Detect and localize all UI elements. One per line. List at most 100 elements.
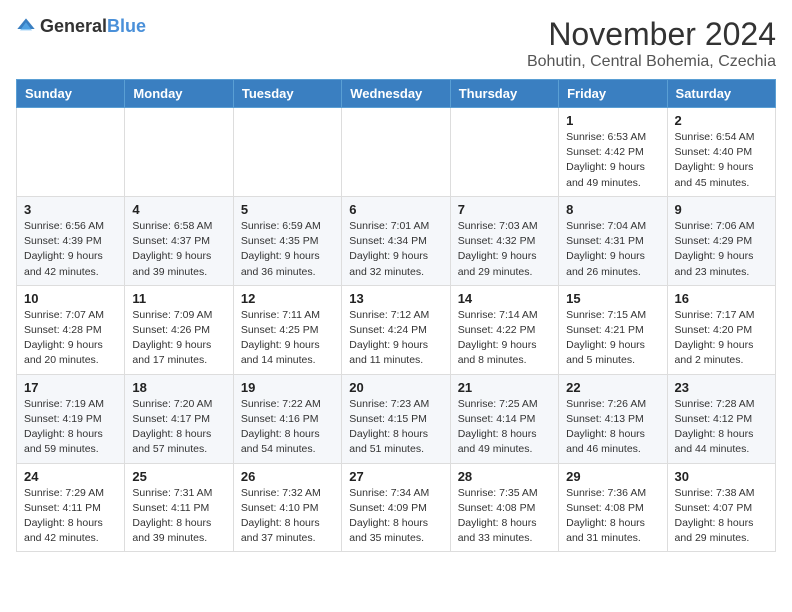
day-info: Sunrise: 7:15 AM Sunset: 4:21 PM Dayligh… — [566, 308, 659, 369]
day-number: 30 — [675, 469, 768, 484]
calendar-cell: 14 Sunrise: 7:14 AM Sunset: 4:22 PM Dayli… — [450, 285, 558, 374]
day-number: 14 — [458, 291, 551, 306]
calendar-cell: 27 Sunrise: 7:34 AM Sunset: 4:09 PM Dayli… — [342, 463, 450, 552]
day-info: Sunrise: 7:17 AM Sunset: 4:20 PM Dayligh… — [675, 308, 768, 369]
month-title: November 2024 — [527, 16, 776, 53]
day-info: Sunrise: 7:34 AM Sunset: 4:09 PM Dayligh… — [349, 486, 442, 547]
day-number: 6 — [349, 202, 442, 217]
calendar-cell: 20Sunrise: 7:23 AM Sunset: 4:15 PM Dayli… — [342, 374, 450, 463]
day-number: 20 — [349, 380, 442, 395]
calendar-week-1: 1 Sunrise: 6:53 AM Sunset: 4:42 PM Daylig… — [17, 108, 776, 197]
day-number: 11 — [132, 291, 225, 306]
calendar-week-5: 24 Sunrise: 7:29 AM Sunset: 4:11 PM Dayli… — [17, 463, 776, 552]
calendar-cell: 6 Sunrise: 7:01 AM Sunset: 4:34 PM Daylig… — [342, 196, 450, 285]
logo-icon — [16, 17, 36, 37]
day-number: 13 — [349, 291, 442, 306]
calendar-cell: 7 Sunrise: 7:03 AM Sunset: 4:32 PM Daylig… — [450, 196, 558, 285]
day-info: Sunrise: 7:35 AM Sunset: 4:08 PM Dayligh… — [458, 486, 551, 547]
calendar-cell: 21 Sunrise: 7:25 AM Sunset: 4:14 PM Dayli… — [450, 374, 558, 463]
day-number: 23 — [675, 380, 768, 395]
calendar-cell: 16Sunrise: 7:17 AM Sunset: 4:20 PM Dayli… — [667, 285, 775, 374]
calendar-cell: 1 Sunrise: 6:53 AM Sunset: 4:42 PM Daylig… — [559, 108, 667, 197]
calendar-header-sunday: Sunday — [17, 80, 125, 108]
calendar-cell: 12Sunrise: 7:11 AM Sunset: 4:25 PM Dayli… — [233, 285, 341, 374]
day-info: Sunrise: 7:04 AM Sunset: 4:31 PM Dayligh… — [566, 219, 659, 280]
calendar-week-4: 17Sunrise: 7:19 AM Sunset: 4:19 PM Dayli… — [17, 374, 776, 463]
day-info: Sunrise: 7:14 AM Sunset: 4:22 PM Dayligh… — [458, 308, 551, 369]
day-info: Sunrise: 7:29 AM Sunset: 4:11 PM Dayligh… — [24, 486, 117, 547]
day-number: 26 — [241, 469, 334, 484]
day-number: 28 — [458, 469, 551, 484]
day-number: 29 — [566, 469, 659, 484]
title-area: November 2024 Bohutin, Central Bohemia, … — [527, 16, 776, 71]
day-info: Sunrise: 7:09 AM Sunset: 4:26 PM Dayligh… — [132, 308, 225, 369]
calendar-cell: 22 Sunrise: 7:26 AM Sunset: 4:13 PM Dayli… — [559, 374, 667, 463]
day-number: 24 — [24, 469, 117, 484]
calendar-cell: 29Sunrise: 7:36 AM Sunset: 4:08 PM Dayli… — [559, 463, 667, 552]
day-info: Sunrise: 7:01 AM Sunset: 4:34 PM Dayligh… — [349, 219, 442, 280]
day-info: Sunrise: 7:22 AM Sunset: 4:16 PM Dayligh… — [241, 397, 334, 458]
day-number: 21 — [458, 380, 551, 395]
calendar-cell: 19 Sunrise: 7:22 AM Sunset: 4:16 PM Dayli… — [233, 374, 341, 463]
calendar-cell — [233, 108, 341, 197]
calendar-header-tuesday: Tuesday — [233, 80, 341, 108]
day-info: Sunrise: 7:28 AM Sunset: 4:12 PM Dayligh… — [675, 397, 768, 458]
day-number: 19 — [241, 380, 334, 395]
calendar-header-friday: Friday — [559, 80, 667, 108]
calendar: SundayMondayTuesdayWednesdayThursdayFrid… — [16, 79, 776, 552]
day-number: 22 — [566, 380, 659, 395]
calendar-cell: 5Sunrise: 6:59 AM Sunset: 4:35 PM Daylig… — [233, 196, 341, 285]
calendar-cell: 9Sunrise: 7:06 AM Sunset: 4:29 PM Daylig… — [667, 196, 775, 285]
day-number: 1 — [566, 113, 659, 128]
day-number: 18 — [132, 380, 225, 395]
calendar-cell — [450, 108, 558, 197]
calendar-cell: 4 Sunrise: 6:58 AM Sunset: 4:37 PM Daylig… — [125, 196, 233, 285]
day-number: 27 — [349, 469, 442, 484]
calendar-cell: 10Sunrise: 7:07 AM Sunset: 4:28 PM Dayli… — [17, 285, 125, 374]
day-info: Sunrise: 6:58 AM Sunset: 4:37 PM Dayligh… — [132, 219, 225, 280]
day-number: 5 — [241, 202, 334, 217]
day-number: 3 — [24, 202, 117, 217]
calendar-week-2: 3 Sunrise: 6:56 AM Sunset: 4:39 PM Daylig… — [17, 196, 776, 285]
day-number: 4 — [132, 202, 225, 217]
calendar-cell: 25Sunrise: 7:31 AM Sunset: 4:11 PM Dayli… — [125, 463, 233, 552]
calendar-cell: 23 Sunrise: 7:28 AM Sunset: 4:12 PM Dayli… — [667, 374, 775, 463]
calendar-header-saturday: Saturday — [667, 80, 775, 108]
day-number: 15 — [566, 291, 659, 306]
calendar-header-wednesday: Wednesday — [342, 80, 450, 108]
day-info: Sunrise: 7:25 AM Sunset: 4:14 PM Dayligh… — [458, 397, 551, 458]
calendar-week-3: 10Sunrise: 7:07 AM Sunset: 4:28 PM Dayli… — [17, 285, 776, 374]
day-info: Sunrise: 6:54 AM Sunset: 4:40 PM Dayligh… — [675, 130, 768, 191]
calendar-cell: 2Sunrise: 6:54 AM Sunset: 4:40 PM Daylig… — [667, 108, 775, 197]
logo-text-general: General — [40, 16, 107, 36]
day-info: Sunrise: 6:56 AM Sunset: 4:39 PM Dayligh… — [24, 219, 117, 280]
day-number: 7 — [458, 202, 551, 217]
calendar-cell — [17, 108, 125, 197]
calendar-cell — [125, 108, 233, 197]
calendar-cell: 28 Sunrise: 7:35 AM Sunset: 4:08 PM Dayli… — [450, 463, 558, 552]
day-info: Sunrise: 7:12 AM Sunset: 4:24 PM Dayligh… — [349, 308, 442, 369]
calendar-cell: 8Sunrise: 7:04 AM Sunset: 4:31 PM Daylig… — [559, 196, 667, 285]
day-info: Sunrise: 7:32 AM Sunset: 4:10 PM Dayligh… — [241, 486, 334, 547]
day-info: Sunrise: 6:53 AM Sunset: 4:42 PM Dayligh… — [566, 130, 659, 191]
header: GeneralBlue November 2024 Bohutin, Centr… — [16, 16, 776, 71]
day-info: Sunrise: 7:07 AM Sunset: 4:28 PM Dayligh… — [24, 308, 117, 369]
day-info: Sunrise: 7:31 AM Sunset: 4:11 PM Dayligh… — [132, 486, 225, 547]
calendar-cell: 17Sunrise: 7:19 AM Sunset: 4:19 PM Dayli… — [17, 374, 125, 463]
location-title: Bohutin, Central Bohemia, Czechia — [527, 53, 776, 71]
calendar-cell: 13 Sunrise: 7:12 AM Sunset: 4:24 PM Dayli… — [342, 285, 450, 374]
day-info: Sunrise: 7:38 AM Sunset: 4:07 PM Dayligh… — [675, 486, 768, 547]
calendar-header-row: SundayMondayTuesdayWednesdayThursdayFrid… — [17, 80, 776, 108]
calendar-cell: 30 Sunrise: 7:38 AM Sunset: 4:07 PM Dayli… — [667, 463, 775, 552]
day-info: Sunrise: 7:19 AM Sunset: 4:19 PM Dayligh… — [24, 397, 117, 458]
day-info: Sunrise: 7:20 AM Sunset: 4:17 PM Dayligh… — [132, 397, 225, 458]
calendar-cell: 26 Sunrise: 7:32 AM Sunset: 4:10 PM Dayli… — [233, 463, 341, 552]
day-number: 9 — [675, 202, 768, 217]
calendar-cell: 18 Sunrise: 7:20 AM Sunset: 4:17 PM Dayli… — [125, 374, 233, 463]
day-info: Sunrise: 7:11 AM Sunset: 4:25 PM Dayligh… — [241, 308, 334, 369]
calendar-cell: 15 Sunrise: 7:15 AM Sunset: 4:21 PM Dayli… — [559, 285, 667, 374]
day-info: Sunrise: 7:03 AM Sunset: 4:32 PM Dayligh… — [458, 219, 551, 280]
calendar-cell: 24 Sunrise: 7:29 AM Sunset: 4:11 PM Dayli… — [17, 463, 125, 552]
calendar-header-thursday: Thursday — [450, 80, 558, 108]
day-info: Sunrise: 7:26 AM Sunset: 4:13 PM Dayligh… — [566, 397, 659, 458]
